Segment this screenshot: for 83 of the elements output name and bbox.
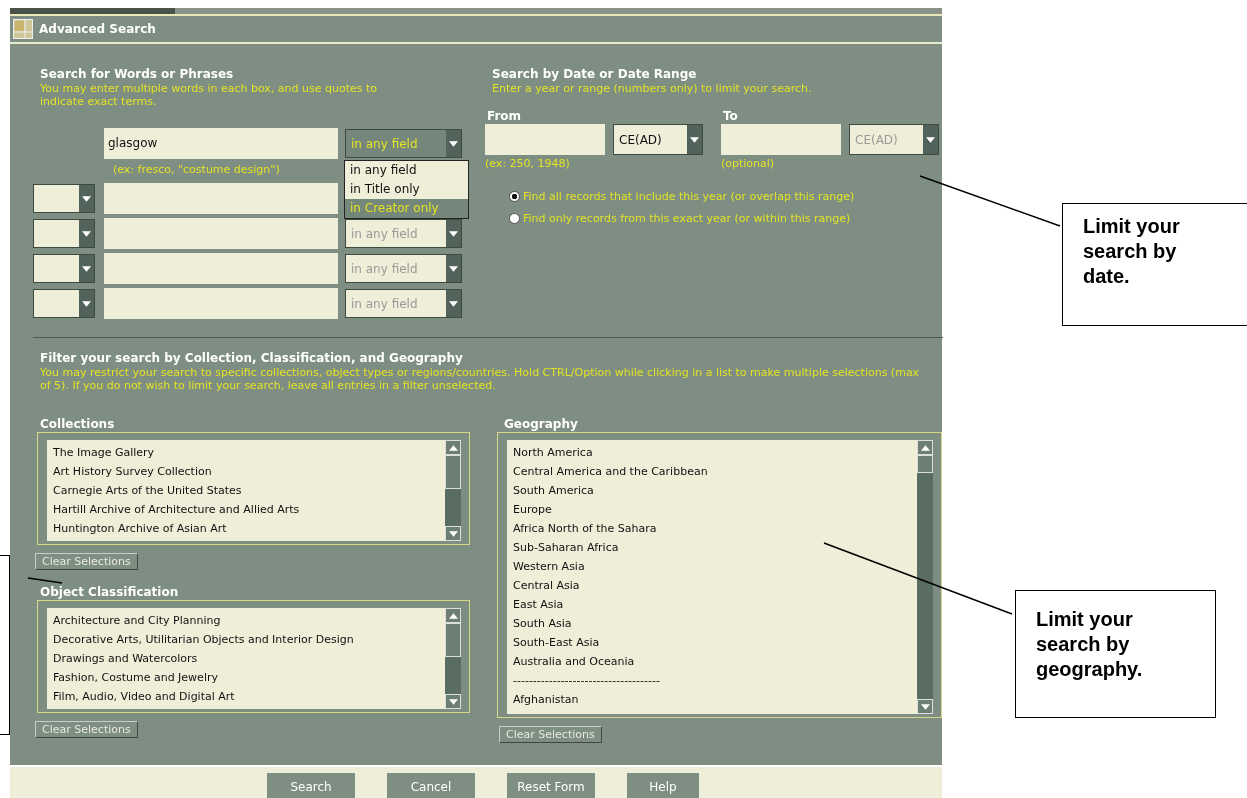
list-item[interactable]: Huntington Archive of Asian Art — [53, 519, 445, 538]
section-heading: Search for Words or Phrases — [39, 66, 235, 82]
caret-icon — [82, 300, 91, 307]
era-select[interactable]: CE(AD) — [613, 124, 703, 155]
scroll-thumb[interactable] — [917, 455, 933, 473]
field-label: From — [486, 109, 523, 124]
operator-select[interactable] — [33, 219, 95, 248]
caret-icon — [82, 230, 91, 237]
list-item[interactable]: Fashion, Costume and Jewelry — [53, 668, 445, 687]
list-item[interactable]: The Image Gallery — [53, 443, 445, 462]
section-heading: Filter your search by Collection, Classification, and Geography — [39, 350, 464, 366]
list-item[interactable]: Western Asia — [513, 557, 917, 576]
radio-button[interactable] — [509, 190, 520, 202]
list-item[interactable]: East Asia — [513, 595, 917, 614]
up-arrow-icon — [448, 612, 458, 619]
dropdown-option[interactable]: in Title only — [345, 180, 468, 199]
list-heading: Collections — [39, 417, 116, 432]
help-text: You may enter multiple words in each box, and use quotes to indicate exact terms. — [39, 82, 379, 108]
list-heading: Geography — [503, 417, 579, 432]
window-icon — [13, 19, 33, 39]
callout-text: Limit your search by geography. — [1036, 607, 1144, 682]
down-arrow-icon — [448, 530, 458, 537]
list-item[interactable]: Africa North of the Sahara — [513, 519, 917, 538]
list-item[interactable]: Afghanistan — [513, 690, 917, 709]
search-term-field[interactable] — [104, 218, 338, 249]
hint-text: (ex: 250, 1948) — [485, 156, 571, 172]
list-item[interactable]: Film, Audio, Video and Digital Art — [53, 687, 445, 706]
list-item[interactable]: Architecture and City Planning — [53, 611, 445, 630]
from-year-field[interactable] — [485, 124, 605, 155]
list-item[interactable]: South Asia — [513, 614, 917, 633]
caret-icon — [926, 136, 935, 143]
hint-text: (optional) — [721, 156, 776, 172]
list-item[interactable]: Central Asia — [513, 576, 917, 595]
section-heading: Search by Date or Date Range — [491, 66, 698, 82]
scroll-thumb[interactable] — [445, 455, 461, 489]
caret-icon — [449, 300, 458, 307]
list-item[interactable]: Art History Survey Collection — [53, 462, 445, 481]
field-label: To — [722, 109, 739, 124]
hint-text: (ex: fresco, "costume design") — [113, 163, 280, 176]
radio-label: Find only records from this exact year (or within this range) — [523, 211, 851, 225]
down-arrow-icon — [920, 703, 930, 710]
list-item[interactable]: South America — [513, 481, 917, 500]
list-item[interactable]: Europe — [513, 500, 917, 519]
radio-label: Find all records that include this year (or overlap this range) — [523, 189, 855, 203]
search-term-field[interactable] — [104, 183, 338, 214]
scroll-thumb[interactable] — [445, 623, 461, 657]
list-item[interactable]: Hartill Archive of Architecture and Allied Arts — [53, 500, 445, 519]
caret-icon — [82, 195, 91, 202]
operator-select[interactable] — [33, 184, 95, 213]
caret-icon — [690, 136, 699, 143]
callout-text: Limit your search by date. — [1083, 214, 1181, 289]
scrollbar[interactable] — [445, 608, 461, 709]
scrollbar[interactable] — [917, 440, 933, 714]
search-term-field[interactable] — [104, 288, 338, 319]
to-year-field[interactable] — [721, 124, 841, 155]
list-item[interactable]: Australia and Oceania — [513, 652, 917, 671]
caret-icon — [449, 140, 458, 147]
help-text: You may restrict your search to specific collections, object types or regions/countries. Hold CTRL/Option while clicking in a list to make multiple selections (max of 5). If you do not wish to limit your search, leave all entries in a filter unselected. — [39, 366, 921, 392]
operator-select[interactable] — [33, 289, 95, 318]
operator-select[interactable] — [33, 254, 95, 283]
list-item[interactable]: Sub-Saharan Africa — [513, 538, 917, 557]
caret-icon — [449, 265, 458, 272]
search-term-field[interactable]: glasgow — [104, 128, 338, 159]
list-heading: Object Classification — [39, 585, 180, 600]
caret-icon — [82, 265, 91, 272]
scrollbar[interactable] — [445, 440, 461, 541]
down-arrow-icon — [448, 698, 458, 705]
list-item[interactable]: ------------------------------------- — [513, 671, 917, 690]
window-title: Advanced Search — [39, 22, 156, 36]
list-item[interactable]: Drawings and Watercolors — [53, 649, 445, 668]
radio-button[interactable] — [509, 212, 520, 224]
list-item[interactable]: North America — [513, 443, 917, 462]
caret-icon — [449, 230, 458, 237]
leader-line — [27, 577, 63, 584]
list-item[interactable]: Central America and the Caribbean — [513, 462, 917, 481]
list-item[interactable]: Decorative Arts, Utilitarian Objects and Interior Design — [53, 630, 445, 649]
up-arrow-icon — [448, 444, 458, 451]
dropdown-option[interactable]: in any field — [345, 161, 468, 180]
search-term-field[interactable] — [104, 253, 338, 284]
up-arrow-icon — [920, 444, 930, 451]
help-text: Enter a year or range (numbers only) to limit your search. — [491, 82, 813, 95]
list-item[interactable]: South-East Asia — [513, 633, 917, 652]
list-item[interactable]: Carnegie Arts of the United States — [53, 481, 445, 500]
